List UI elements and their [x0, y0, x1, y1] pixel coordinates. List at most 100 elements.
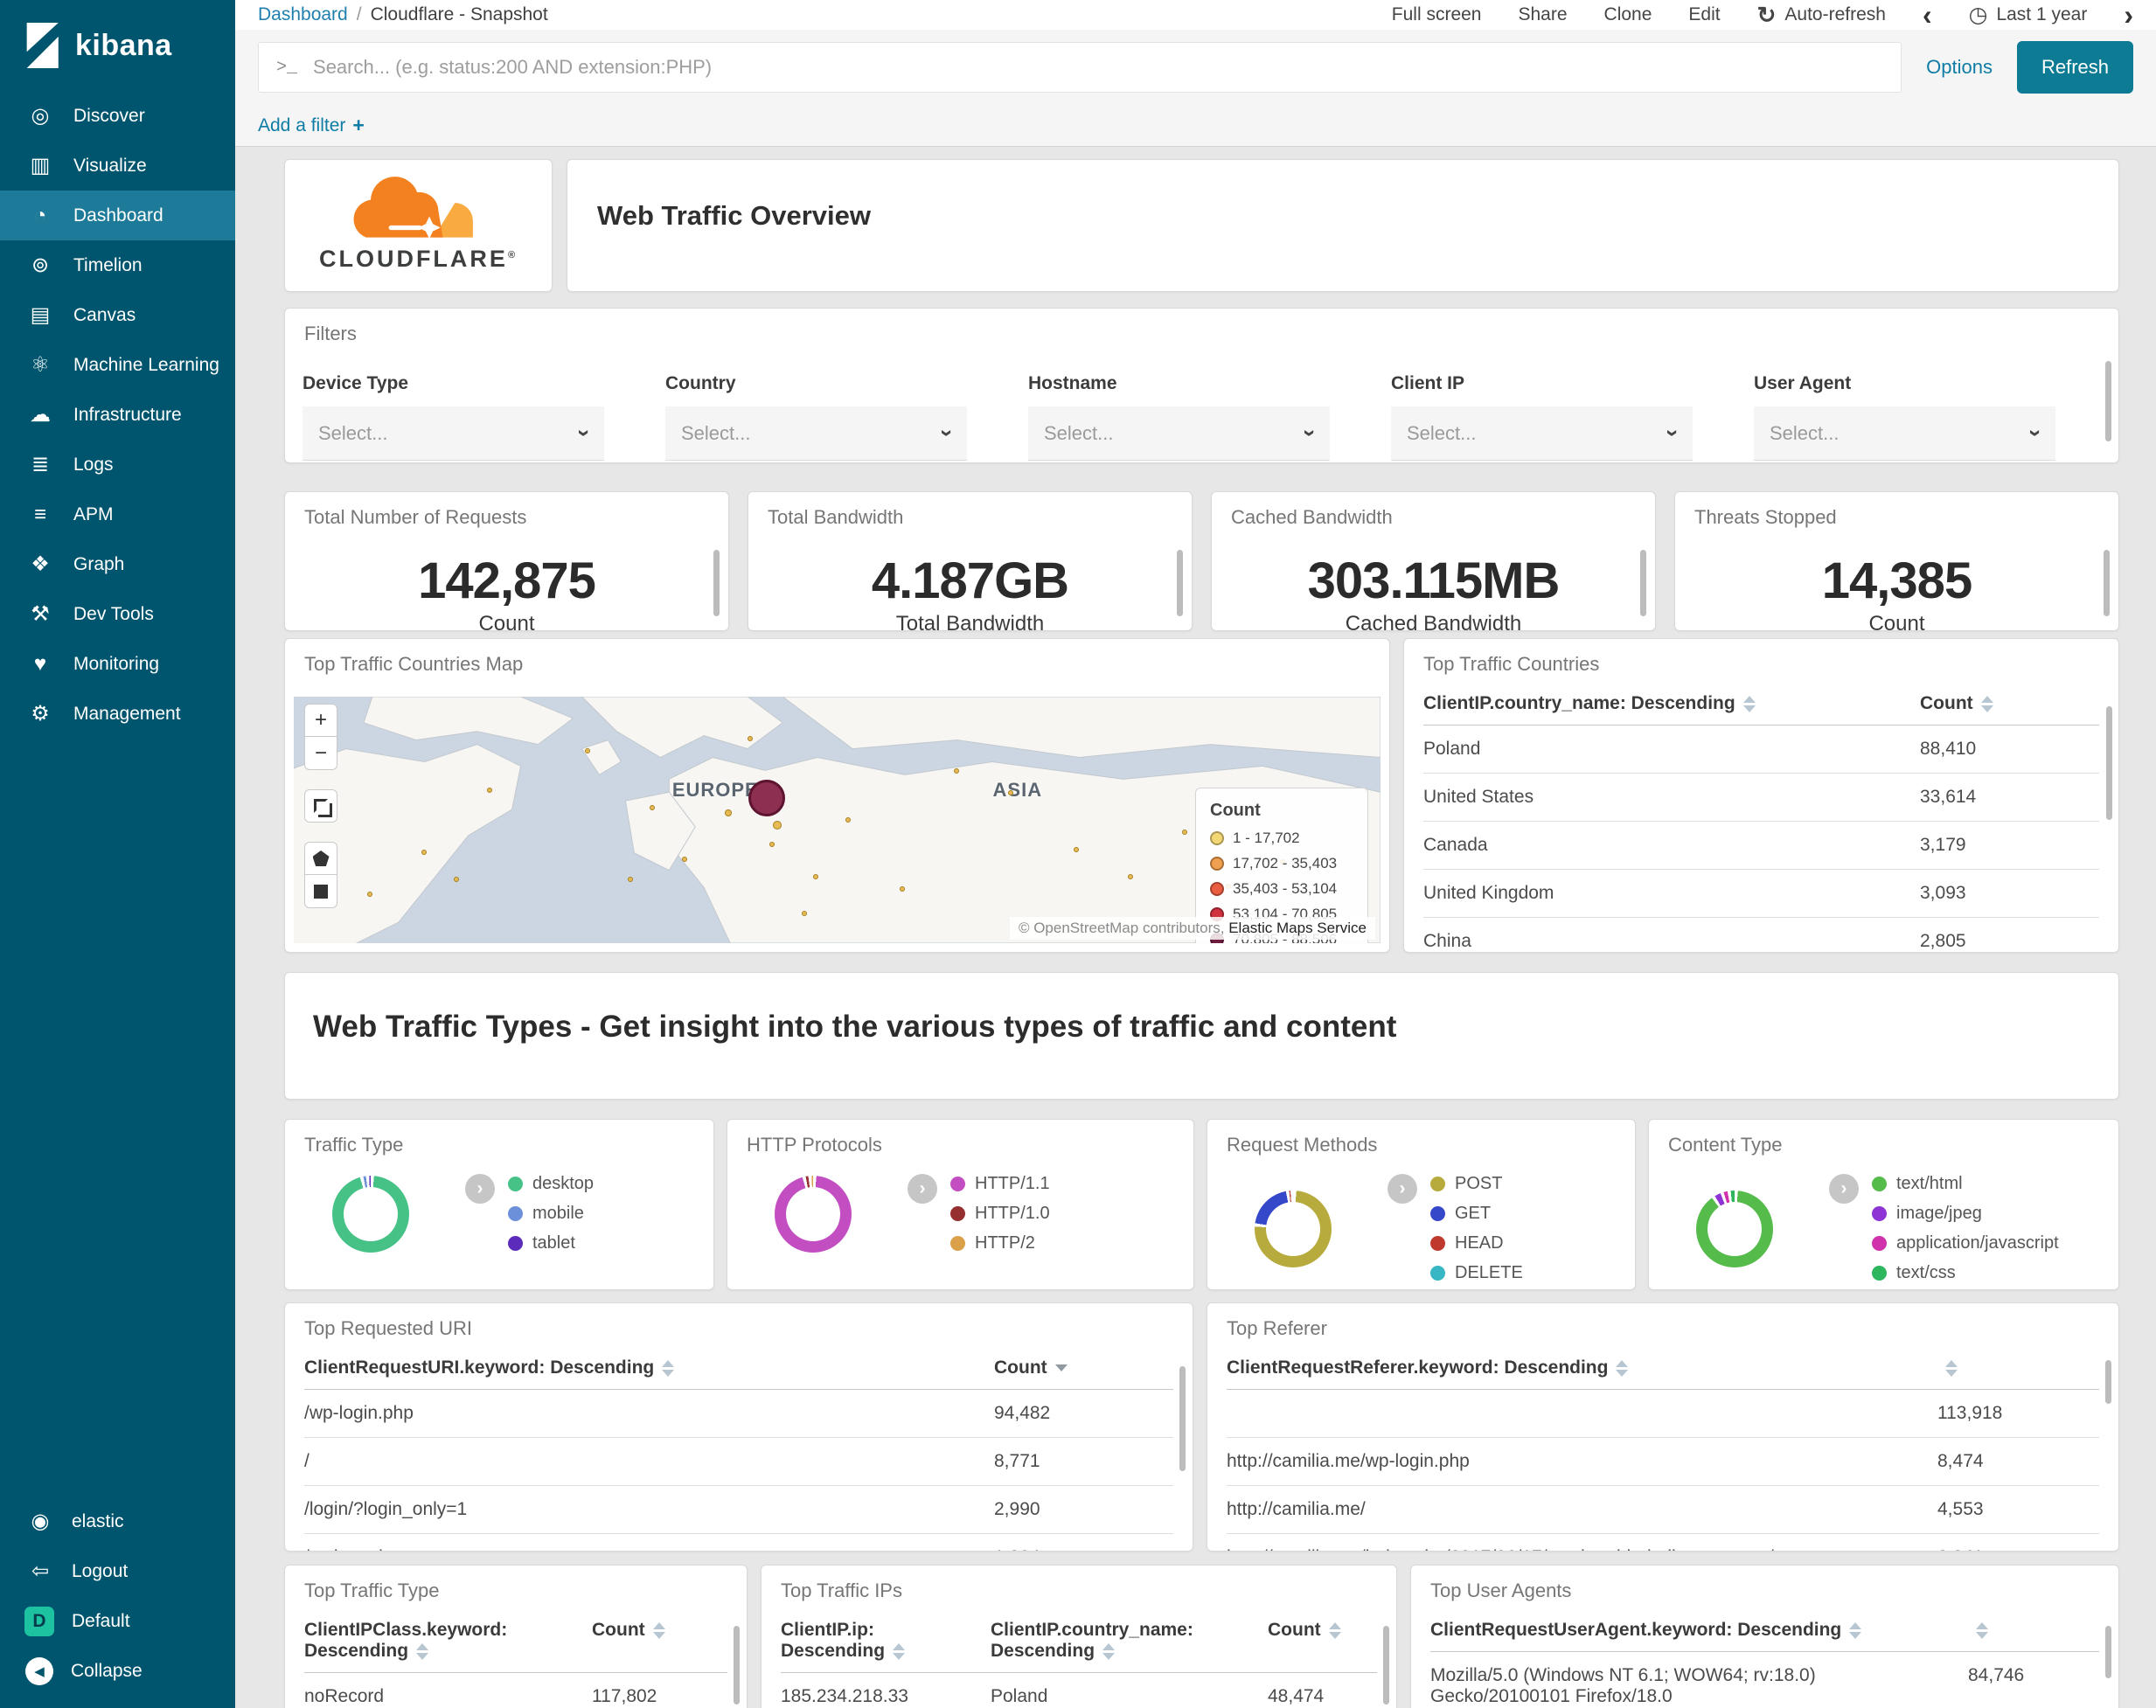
table-row[interactable]: /login/?login_only=1 2,990: [304, 1486, 1173, 1534]
table-row[interactable]: http://camilia.me/wp-login.php 8,474: [1227, 1438, 2099, 1486]
sidebar-item-collapse[interactable]: ◀ Collapse: [0, 1646, 235, 1696]
sidebar-item-canvas[interactable]: ▤ Canvas: [0, 290, 235, 340]
donut-chart[interactable]: [1696, 1190, 1773, 1267]
column-header[interactable]: ClientRequestUserAgent.keyword: Descendi…: [1430, 1620, 1968, 1641]
map-data-dot[interactable]: [900, 885, 906, 892]
column-header[interactable]: ClientIP.country_name: Descending: [1423, 693, 1920, 714]
map-data-dot[interactable]: [1073, 846, 1079, 852]
full-screen-button[interactable]: Full screen: [1392, 4, 1482, 25]
legend-item[interactable]: image/jpeg: [1872, 1204, 2059, 1224]
sort-icon[interactable]: [893, 1642, 906, 1660]
donut-chart[interactable]: [1255, 1190, 1332, 1267]
sidebar-item-timelion[interactable]: ⊚ Timelion: [0, 240, 235, 290]
legend-expand-button[interactable]: ›: [465, 1174, 495, 1204]
breadcrumb-dashboard-link[interactable]: Dashboard: [258, 4, 348, 25]
sidebar-item-space[interactable]: D Default: [0, 1596, 235, 1646]
table-row[interactable]: China 2,805: [1423, 918, 2099, 952]
legend-item[interactable]: desktop: [508, 1174, 594, 1194]
sidebar-item-visualize[interactable]: ▥ Visualize: [0, 141, 235, 191]
table-row[interactable]: http://camilia.me/index.php/2017/06/17/w…: [1227, 1534, 2099, 1551]
table-row[interactable]: /xmlrpc.php1,394: [304, 1534, 1173, 1551]
filter-select[interactable]: Select... ›: [303, 406, 604, 461]
sidebar-item-user[interactable]: ◉ elastic: [0, 1496, 235, 1546]
column-header[interactable]: Count: [1268, 1620, 1377, 1662]
legend-item[interactable]: POST: [1430, 1174, 1523, 1194]
sort-icon[interactable]: [1976, 1621, 1988, 1639]
map-data-dot[interactable]: [682, 857, 688, 863]
legend-item[interactable]: text/css: [1872, 1263, 2059, 1283]
legend-item[interactable]: mobile: [508, 1204, 594, 1224]
legend-item[interactable]: tablet: [508, 1233, 594, 1253]
table-row[interactable]: Poland 88,410: [1423, 726, 2099, 774]
legend-item[interactable]: HTTP/2: [950, 1233, 1050, 1253]
table-row[interactable]: 185.234.218.33 Poland 48,474: [781, 1673, 1377, 1708]
filter-select[interactable]: Select... ›: [665, 406, 967, 461]
sort-icon[interactable]: [652, 1621, 665, 1639]
scrollbar[interactable]: [1383, 1626, 1389, 1705]
scrollbar[interactable]: [1640, 550, 1646, 616]
column-header[interactable]: ClientRequestReferer.keyword: Descending: [1227, 1357, 1937, 1378]
sort-icon[interactable]: [1616, 1359, 1629, 1377]
map-data-dot[interactable]: [367, 891, 372, 897]
table-row[interactable]: Canada 3,179: [1423, 822, 2099, 870]
column-header[interactable]: [1968, 1620, 2099, 1641]
scrollbar[interactable]: [734, 1626, 740, 1705]
draw-polygon-button[interactable]: [304, 842, 337, 875]
clone-button[interactable]: Clone: [1604, 4, 1652, 25]
table-row[interactable]: /wp-login.php 94,482: [304, 1390, 1173, 1438]
column-header[interactable]: ClientIPClass.keyword: Descending: [304, 1620, 592, 1662]
map-data-dot[interactable]: [1182, 830, 1188, 836]
add-filter-button[interactable]: Add a filter +: [258, 114, 365, 137]
legend-expand-button[interactable]: ›: [1387, 1174, 1417, 1204]
column-header[interactable]: Count: [1920, 693, 2099, 714]
kibana-logo[interactable]: kibana: [0, 0, 235, 91]
sort-icon[interactable]: [1328, 1621, 1341, 1639]
sidebar-item-dev-tools[interactable]: ⚒ Dev Tools: [0, 589, 235, 639]
scrollbar[interactable]: [1179, 1366, 1186, 1471]
sidebar-item-machine-learning[interactable]: ⚛ Machine Learning: [0, 340, 235, 390]
sidebar-item-logs[interactable]: ≣ Logs: [0, 440, 235, 489]
map-data-dot-largest[interactable]: [748, 779, 785, 816]
legend-item[interactable]: application/javascript: [1872, 1233, 2059, 1253]
zoom-out-button[interactable]: −: [304, 737, 337, 770]
filter-select[interactable]: Select... ›: [1028, 406, 1330, 461]
column-header[interactable]: ClientRequestURI.keyword: Descending: [304, 1357, 994, 1378]
map-data-dot[interactable]: [954, 767, 960, 774]
map-data-dot[interactable]: [1008, 789, 1014, 795]
map-data-dot[interactable]: [725, 809, 733, 816]
map-data-dot[interactable]: [1128, 873, 1134, 879]
table-row[interactable]: 113,918: [1227, 1390, 2099, 1438]
sidebar-item-apm[interactable]: ≡ APM: [0, 489, 235, 539]
donut-chart[interactable]: [775, 1175, 852, 1253]
sort-icon[interactable]: [1102, 1642, 1116, 1660]
scrollbar[interactable]: [2105, 1360, 2111, 1404]
map-data-dot[interactable]: [845, 817, 851, 823]
scrollbar[interactable]: [1177, 550, 1183, 616]
refresh-button[interactable]: Refresh: [2016, 41, 2133, 94]
map-data-dot[interactable]: [773, 820, 782, 830]
scrollbar[interactable]: [713, 550, 720, 616]
table-row[interactable]: noRecord 117,802: [304, 1673, 727, 1708]
column-header[interactable]: ClientIP.country_name: Descending: [991, 1620, 1268, 1662]
legend-item[interactable]: DELETE: [1430, 1263, 1523, 1283]
map-data-dot[interactable]: [454, 876, 460, 882]
map-data-dot[interactable]: [650, 804, 656, 810]
time-back-button[interactable]: ‹: [1923, 1, 1932, 29]
table-row[interactable]: / 8,771: [304, 1438, 1173, 1486]
legend-item[interactable]: HTTP/1.0: [950, 1204, 1050, 1224]
fit-data-bounds-button[interactable]: [304, 789, 337, 823]
map-data-dot[interactable]: [421, 849, 428, 855]
world-map[interactable]: EUROPE ASIA + − Count 1 - 17,702 17,702 …: [294, 697, 1381, 943]
scrollbar[interactable]: [2104, 550, 2110, 616]
time-forward-button[interactable]: ›: [2124, 1, 2133, 29]
map-data-dot[interactable]: [812, 873, 818, 879]
map-data-dot[interactable]: [748, 735, 754, 741]
scrollbar[interactable]: [2106, 706, 2112, 820]
table-row[interactable]: United States 33,614: [1423, 774, 2099, 822]
table-row[interactable]: Mozilla/5.0 (Windows NT 6.1; WOW64; rv:1…: [1430, 1652, 2099, 1708]
filter-select[interactable]: Select... ›: [1754, 406, 2055, 461]
sort-icon[interactable]: [1742, 695, 1756, 712]
sort-icon[interactable]: [662, 1359, 675, 1377]
column-header[interactable]: ClientIP.ip: Descending: [781, 1620, 991, 1662]
column-header[interactable]: Count: [994, 1357, 1173, 1378]
